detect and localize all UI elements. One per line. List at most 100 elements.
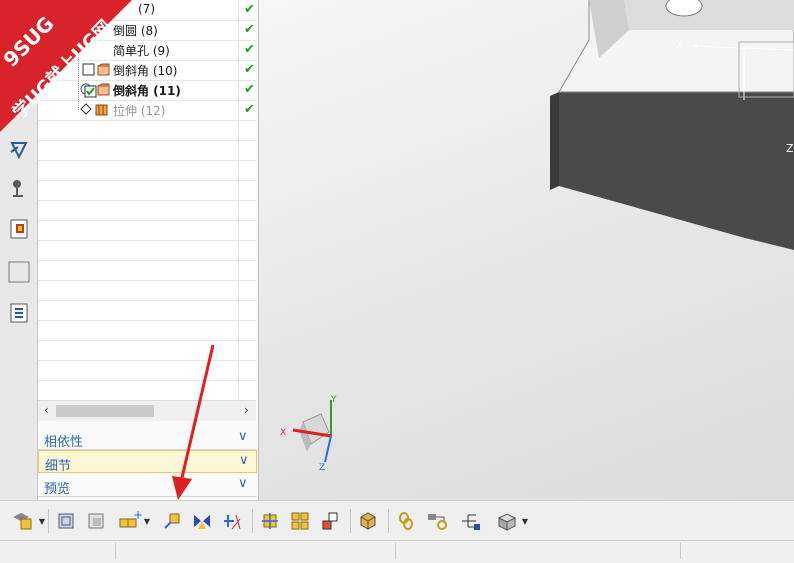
triad-y-label: Y xyxy=(330,395,337,405)
check-icon: ✔ xyxy=(244,42,255,57)
empty-row xyxy=(38,360,256,381)
check-icon: ✔ xyxy=(244,62,255,77)
empty-row xyxy=(38,240,256,261)
mirror-button[interactable] xyxy=(190,511,214,531)
unsuppress-button[interactable]: + ▼ xyxy=(114,511,154,531)
svg-text:+: + xyxy=(133,511,142,522)
bottom-toolbar: ▼ + ▼ ▼ xyxy=(0,500,794,541)
group-icon xyxy=(291,512,309,530)
tree-row[interactable]: (7) ✔ xyxy=(38,0,256,21)
check-icon: ✔ xyxy=(244,102,255,117)
edit-feature-button[interactable]: ▼ xyxy=(8,511,48,531)
roles-icon[interactable] xyxy=(7,301,31,325)
tree-row-label: 拉伸 (12) xyxy=(113,104,166,118)
hole xyxy=(665,0,703,17)
section-dependencies[interactable]: 相依性 ∨ xyxy=(38,427,256,450)
view-triad: Y X Z xyxy=(280,395,337,473)
suppress-icon xyxy=(88,513,104,529)
group-button[interactable] xyxy=(288,511,312,531)
tree-row[interactable]: 拉伸 (12) ✔ xyxy=(38,100,256,121)
view-cube-icon xyxy=(497,513,517,531)
insert-feature-button[interactable] xyxy=(160,511,184,531)
empty-row xyxy=(38,160,256,181)
list-book-icon xyxy=(10,303,28,323)
resource-bar: ▢ xyxy=(0,0,38,500)
scroll-right-icon[interactable]: › xyxy=(244,403,249,417)
part-body-dark xyxy=(559,92,794,250)
tree-row-label: 倒圆 (8) xyxy=(113,24,158,38)
check-icon: ✔ xyxy=(244,22,255,37)
pattern-button[interactable] xyxy=(318,511,342,531)
empty-row xyxy=(38,260,256,281)
empty-row xyxy=(38,300,256,321)
tree-row-label: 倒斜角 (11) xyxy=(113,84,181,98)
empty-row xyxy=(38,140,256,161)
section-title: 预览 xyxy=(44,482,71,497)
empty-row xyxy=(38,180,256,201)
tree-row[interactable]: 倒斜角 (10) ✔ xyxy=(38,60,256,81)
check-icon: ✔ xyxy=(244,2,255,17)
triad-x-label: X xyxy=(280,428,286,438)
tree-row-label: 简单孔 (9) xyxy=(113,44,170,58)
feature-tree: (7) ✔ 倒圆 (8) ✔ 简单孔 (9) ✔ 倒斜角 (10) ✔ 倒斜角 … xyxy=(38,0,256,401)
graphics-window[interactable]: X Z Y X Z xyxy=(259,0,794,500)
assembly-tree-button[interactable] xyxy=(458,511,484,531)
chamfer-icon xyxy=(97,63,110,76)
link-button[interactable] xyxy=(394,511,418,531)
wave-link-button[interactable] xyxy=(424,511,452,531)
edit-feature-icon xyxy=(12,513,32,530)
link-icon xyxy=(399,512,413,530)
view-cube-button[interactable]: ▼ xyxy=(490,511,534,531)
horizontal-scrollbar[interactable]: ‹ › xyxy=(38,400,256,421)
section-details[interactable]: 细节 ∨ xyxy=(38,450,257,474)
empty-row xyxy=(38,120,256,141)
constraint-icon xyxy=(10,142,28,160)
update-button[interactable] xyxy=(356,511,380,531)
scroll-left-icon[interactable]: ‹ xyxy=(44,403,49,417)
suppress-button[interactable] xyxy=(84,511,108,531)
tree-row[interactable]: 倒圆 (8) ✔ xyxy=(38,20,256,41)
chevron-down-icon: ∨ xyxy=(238,476,248,491)
section-preview[interactable]: 预览 ∨ xyxy=(38,474,256,497)
update-icon xyxy=(360,512,376,530)
tools-icon xyxy=(13,180,23,197)
tree-row[interactable]: 简单孔 (9) ✔ xyxy=(38,40,256,61)
assembly-tree-icon xyxy=(462,514,480,530)
wave-link-icon xyxy=(428,514,447,530)
empty-row xyxy=(38,380,256,401)
triad-z-label: Z xyxy=(319,463,325,473)
empty-row xyxy=(38,220,256,241)
model-view: X Z Y X Z xyxy=(280,0,794,473)
book-icon xyxy=(10,219,28,239)
pattern-icon xyxy=(322,512,338,530)
checkbox-checked-icon[interactable] xyxy=(84,85,97,98)
blank-icon xyxy=(8,261,30,283)
section-title: 细节 xyxy=(45,459,72,474)
part-top-face xyxy=(624,0,794,30)
checkbox-icon[interactable] xyxy=(82,63,95,76)
csys-x-label: X xyxy=(676,39,684,52)
part-navigator: (7) ✔ 倒圆 (8) ✔ 简单孔 (9) ✔ 倒斜角 (10) ✔ 倒斜角 … xyxy=(38,0,259,500)
empty-row xyxy=(38,200,256,221)
status-bar xyxy=(0,540,794,563)
empty-row xyxy=(38,340,256,361)
chevron-down-icon: ∨ xyxy=(239,453,249,468)
part-navigator-icon[interactable]: ▢ xyxy=(7,0,31,24)
diamond-node-icon xyxy=(80,103,92,115)
empty-row xyxy=(38,320,256,341)
move-face-button[interactable] xyxy=(258,511,282,531)
trim-button[interactable] xyxy=(220,511,244,531)
constraint-navigator-icon[interactable] xyxy=(7,138,31,162)
section-title: 相依性 xyxy=(44,435,84,450)
tree-row-label: 倒斜角 (10) xyxy=(113,64,178,78)
replay-icon xyxy=(58,513,74,529)
scroll-thumb[interactable] xyxy=(56,405,154,417)
tree-row[interactable]: 倒斜角 (11) ✔ xyxy=(38,80,256,101)
blank-panel-icon[interactable] xyxy=(7,260,31,284)
history-icon[interactable] xyxy=(7,217,31,241)
replay-button[interactable] xyxy=(54,511,78,531)
chamfer-icon xyxy=(97,83,110,96)
mirror-icon xyxy=(194,515,210,529)
tree-row-label: (7) xyxy=(138,2,155,16)
reuse-library-icon[interactable] xyxy=(7,176,31,200)
